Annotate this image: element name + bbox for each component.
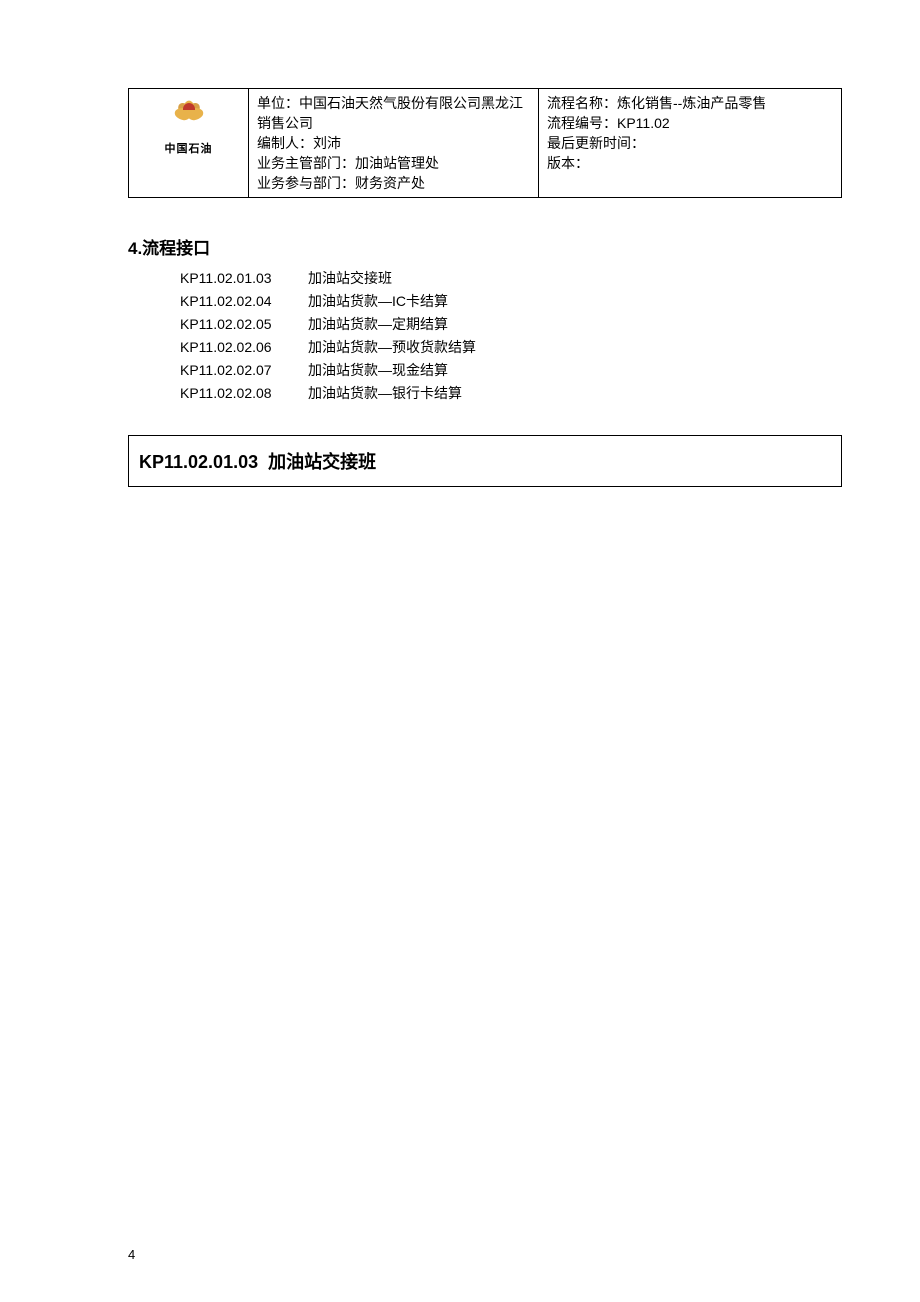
petrochina-logo-icon — [171, 97, 207, 133]
proc-name-line: 流程名称：炼化销售--炼油产品零售 — [547, 93, 833, 113]
proc-code-line: 流程编号：KP11.02 — [547, 113, 833, 133]
brand-name: 中国石油 — [165, 139, 213, 159]
process-box-title: 加油站交接班 — [268, 452, 376, 472]
unit-line: 单位：中国石油天然气股份有限公司黑龙江销售公司 — [257, 93, 530, 133]
header-table: 中国石油 单位：中国石油天然气股份有限公司黑龙江销售公司 编制人：刘沛 业务主管… — [128, 88, 842, 198]
dept2-line: 业务参与部门：财务资产处 — [257, 173, 530, 193]
list-item: KP11.02.02.07加油站货款—现金结算 — [180, 359, 842, 382]
version-line: 版本： — [547, 153, 833, 173]
process-box-code: KP11.02.01.03 — [139, 452, 258, 472]
list-item: KP11.02.02.06加油站货款—预收货款结算 — [180, 336, 842, 359]
process-box: KP11.02.01.03 加油站交接班 — [128, 435, 842, 487]
header-left-cell: 单位：中国石油天然气股份有限公司黑龙江销售公司 编制人：刘沛 业务主管部门：加油… — [249, 89, 539, 198]
list-item: KP11.02.02.05加油站货款—定期结算 — [180, 313, 842, 336]
interface-list: KP11.02.01.03加油站交接班 KP11.02.02.04加油站货款—I… — [128, 267, 842, 405]
author-line: 编制人：刘沛 — [257, 133, 530, 153]
page-number: 4 — [128, 1247, 135, 1262]
logo-cell: 中国石油 — [129, 89, 249, 198]
dept1-line: 业务主管部门：加油站管理处 — [257, 153, 530, 173]
updated-line: 最后更新时间： — [547, 133, 833, 153]
list-item: KP11.02.02.08加油站货款—银行卡结算 — [180, 382, 842, 405]
list-item: KP11.02.01.03加油站交接班 — [180, 267, 842, 290]
header-right-cell: 流程名称：炼化销售--炼油产品零售 流程编号：KP11.02 最后更新时间： 版… — [539, 89, 842, 198]
section-title: 4.流程接口 — [128, 234, 842, 259]
list-item: KP11.02.02.04加油站货款—IC卡结算 — [180, 290, 842, 313]
